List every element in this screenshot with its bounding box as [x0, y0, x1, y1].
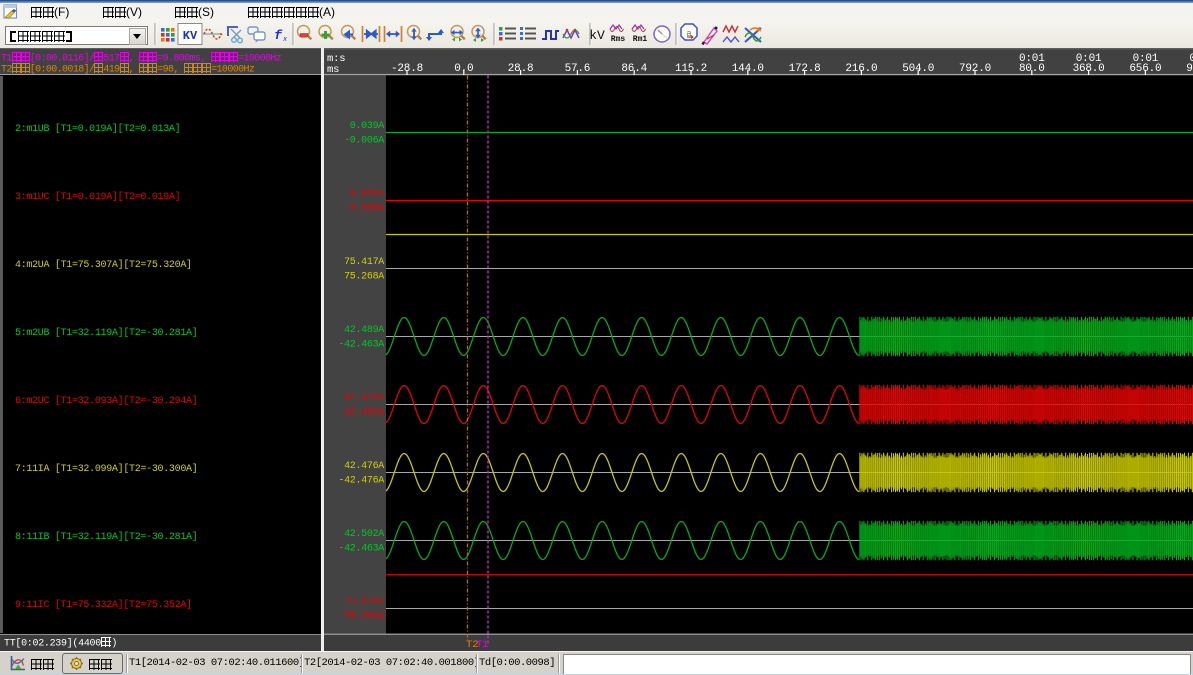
svg-text:-28.8: -28.8 [391, 63, 423, 75]
svg-text:80.0: 80.0 [1019, 63, 1045, 75]
svg-text:368.0: 368.0 [1073, 63, 1105, 75]
svg-text:504.0: 504.0 [902, 63, 934, 75]
svg-text:42.489A: 42.489A [344, 325, 384, 336]
svg-text:f: f [274, 28, 283, 43]
svg-text:kV: kV [589, 28, 605, 43]
svg-text:T1: T1 [476, 639, 489, 651]
svg-text:-0.006A: -0.006A [344, 204, 384, 215]
svg-text:86.4: 86.4 [621, 63, 647, 75]
svg-text:-42.463A: -42.463A [338, 544, 384, 555]
svg-text:216.0: 216.0 [845, 63, 877, 75]
svg-text:42.476A: 42.476A [344, 393, 384, 404]
svg-text:75.300A: 75.300A [344, 612, 384, 623]
svg-text:57.6: 57.6 [565, 63, 591, 75]
svg-text:0.0: 0.0 [454, 63, 473, 75]
svg-text:75.417A: 75.417A [344, 257, 384, 268]
svg-text:42.502A: 42.502A [344, 529, 384, 540]
svg-text:Rms: Rms [611, 35, 626, 44]
svg-text:Rm1: Rm1 [633, 35, 648, 44]
svg-text:115.2: 115.2 [675, 63, 707, 75]
svg-text:42.476A: 42.476A [344, 461, 384, 472]
svg-text:ms: ms [327, 64, 339, 76]
svg-text:-42.462A: -42.462A [338, 408, 384, 419]
svg-text:KV: KV [183, 29, 198, 43]
svg-text:-42.476A: -42.476A [338, 476, 384, 487]
svg-text:28.8: 28.8 [508, 63, 534, 75]
svg-text:172.8: 172.8 [789, 63, 821, 75]
svg-text:656.0: 656.0 [1129, 63, 1161, 75]
svg-text:0.039A: 0.039A [350, 121, 385, 132]
svg-text:0.039A: 0.039A [350, 189, 385, 200]
svg-text:944.0: 944.0 [1186, 63, 1193, 75]
svg-text:x: x [282, 36, 288, 44]
svg-text:75.268A: 75.268A [344, 272, 384, 283]
svg-text:792.0: 792.0 [959, 63, 991, 75]
svg-text:-42.463A: -42.463A [338, 340, 384, 351]
svg-text:-0.006A: -0.006A [344, 136, 384, 147]
svg-text:75.378A: 75.378A [344, 597, 384, 608]
svg-text:144.0: 144.0 [732, 63, 764, 75]
